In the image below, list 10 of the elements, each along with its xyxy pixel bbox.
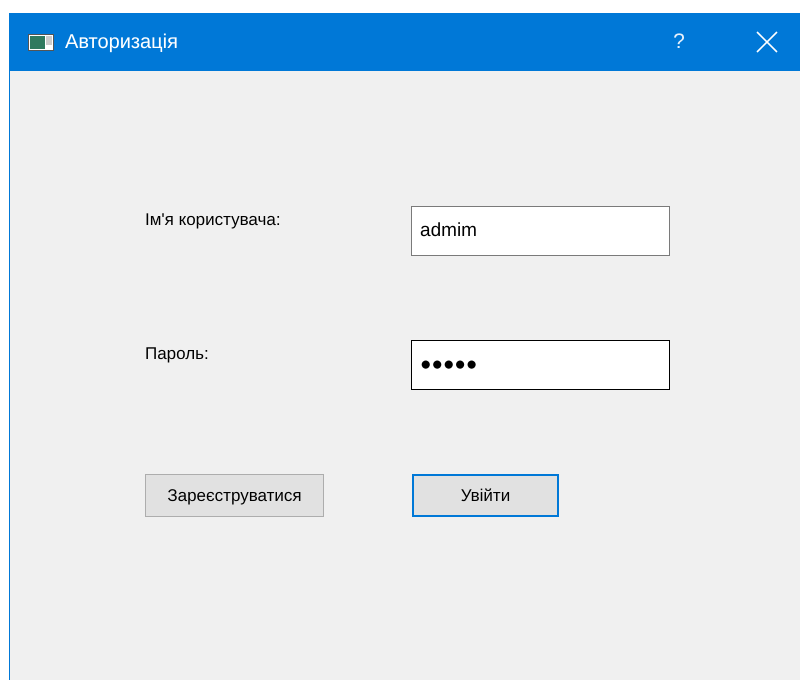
register-button[interactable]: Зареєструватися — [145, 474, 324, 517]
password-field[interactable]: ●●●●● — [411, 340, 670, 390]
help-button[interactable]: ? — [664, 30, 694, 54]
window-icon — [28, 34, 54, 50]
close-icon[interactable] — [756, 31, 778, 53]
window-title: Авторизація — [65, 30, 179, 54]
input-field[interactable]: admim — [411, 206, 670, 256]
field-label: Ім'я користувача: — [145, 210, 281, 230]
login-button[interactable]: Увійти — [412, 474, 559, 517]
field-label: Пароль: — [145, 344, 209, 364]
